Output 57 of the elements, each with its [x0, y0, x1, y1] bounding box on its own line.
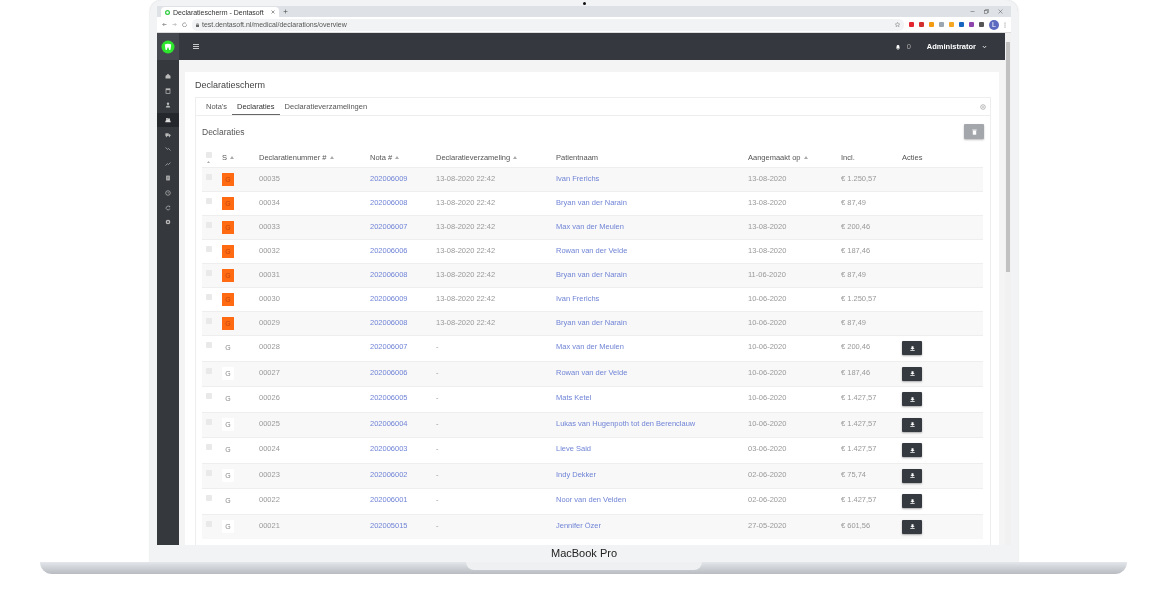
trend-up-icon	[165, 160, 171, 167]
trash-icon	[971, 128, 977, 135]
lock-icon	[196, 22, 199, 27]
sort-icon[interactable]	[513, 155, 518, 159]
download-button[interactable]	[902, 341, 922, 355]
menu-icon[interactable]	[193, 44, 199, 49]
settings-icon	[165, 219, 171, 226]
document-icon	[165, 175, 171, 182]
calendar-icon	[165, 87, 171, 94]
restore-icon[interactable]	[984, 8, 989, 14]
forward-icon[interactable]	[172, 22, 177, 27]
home-icon	[165, 73, 171, 80]
tooth-logo-icon	[161, 39, 175, 54]
sort-icon[interactable]	[207, 160, 210, 163]
scrollbar[interactable]	[1005, 33, 1011, 545]
download-icon	[909, 371, 915, 376]
section-title: Declaraties	[202, 126, 245, 137]
download-icon	[909, 447, 915, 453]
download-button[interactable]	[902, 519, 922, 534]
device-label: MacBook Pro	[551, 547, 617, 559]
close-icon[interactable]	[998, 8, 1003, 14]
clock-icon	[165, 190, 171, 197]
download-icon	[909, 473, 915, 478]
sort-icon[interactable]	[395, 155, 400, 159]
back-icon[interactable]	[162, 22, 167, 27]
sort-icon[interactable]	[230, 155, 234, 159]
download-button[interactable]	[902, 417, 922, 432]
favicon-icon	[165, 9, 170, 15]
camera-icon	[582, 2, 586, 5]
new-tab-icon[interactable]	[283, 9, 288, 14]
refresh-icon	[165, 204, 171, 211]
sidebar-item[interactable]	[157, 112, 179, 128]
download-icon	[909, 524, 915, 529]
download-icon	[909, 396, 915, 402]
bell-icon[interactable]	[894, 43, 901, 50]
close-icon[interactable]	[271, 10, 275, 14]
download-icon	[909, 345, 915, 351]
settings-icon[interactable]	[980, 103, 986, 110]
sort-icon[interactable]	[329, 155, 334, 159]
delete-button[interactable]	[964, 124, 984, 139]
download-button[interactable]	[902, 468, 922, 483]
minimize-icon[interactable]	[970, 8, 975, 14]
download-icon	[909, 422, 915, 427]
truck-icon	[165, 131, 171, 138]
trend-down-icon	[165, 146, 171, 153]
caret-icon	[982, 44, 987, 49]
sort-icon[interactable]	[803, 155, 808, 159]
download-button[interactable]	[902, 494, 922, 508]
reload-icon[interactable]	[182, 22, 187, 27]
users-icon	[165, 117, 171, 124]
download-button[interactable]	[902, 443, 922, 457]
download-button[interactable]	[902, 366, 922, 381]
star-icon[interactable]	[895, 22, 900, 27]
download-icon	[909, 498, 915, 504]
download-button[interactable]	[902, 392, 922, 406]
page-title: Declaratiescherm	[195, 80, 267, 90]
user-icon	[165, 102, 171, 109]
